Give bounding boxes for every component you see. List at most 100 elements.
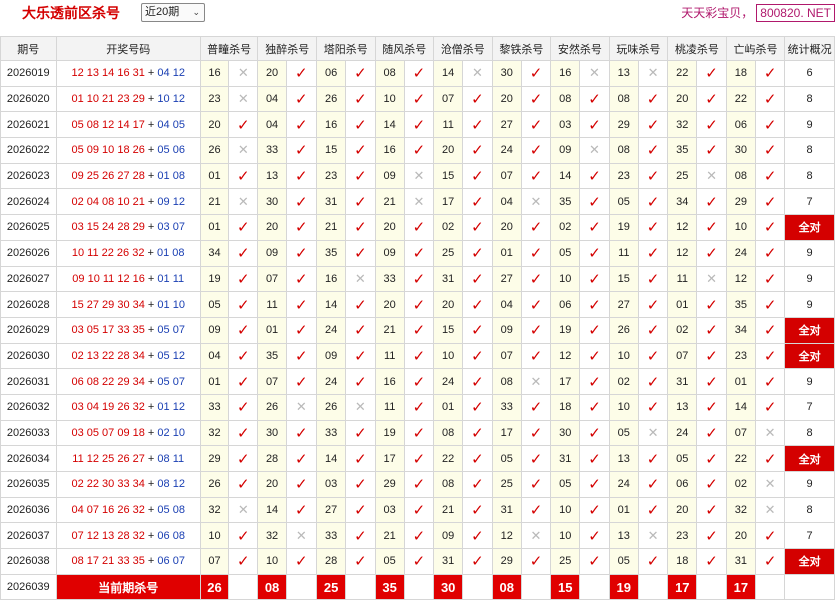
plus-sign: + xyxy=(144,170,158,183)
kill-number-cell: 10 xyxy=(550,496,581,524)
check-icon: ✓ xyxy=(462,471,493,498)
draw-numbers-cell: 03 15 24 28 29 + 03 07 xyxy=(55,214,201,241)
check-icon: ✓ xyxy=(637,85,669,113)
check-icon: ✓ xyxy=(462,162,493,190)
check-icon: ✓ xyxy=(696,291,727,318)
period-cell: 2026036 xyxy=(0,496,57,524)
kill-number-cell: 24 xyxy=(725,239,756,267)
check-icon: ✓ xyxy=(520,162,552,190)
column-header: 开奖号码 xyxy=(55,36,201,61)
check-icon: ✓ xyxy=(285,496,317,524)
period-select[interactable]: 近20期 ⌄ xyxy=(141,3,205,22)
kill-number-cell: 31 xyxy=(491,496,522,524)
brand-url[interactable]: 800820. NET xyxy=(756,4,835,22)
kill-number-cell: 35 xyxy=(315,239,347,267)
period-cell: 2026023 xyxy=(0,162,57,190)
check-icon: ✓ xyxy=(579,393,610,421)
check-icon: ✓ xyxy=(285,111,317,139)
draw-numbers-cell: 12 13 14 16 31 + 04 12 xyxy=(55,60,201,87)
check-icon: ✓ xyxy=(403,471,435,498)
table-row: 2026030 02 13 22 28 34 + 05 12 04 ✓ 35 ✓ 09 ✓ 11… xyxy=(0,342,835,370)
check-icon: ✓ xyxy=(403,214,435,241)
check-icon: ✓ xyxy=(462,137,493,164)
kill-number-cell: 26 xyxy=(608,316,639,344)
check-icon: ✓ xyxy=(637,342,669,370)
kill-number-cell: 08 xyxy=(550,85,581,113)
kill-number-cell: 09 xyxy=(433,522,464,550)
check-icon: ✓ xyxy=(285,291,317,318)
kill-number-cell: 14 xyxy=(257,496,287,524)
table-row: 2026031 06 08 22 29 34 + 05 07 01 ✓ 07 ✓ 24 ✓ 16… xyxy=(0,368,835,395)
cross-icon: ✕ xyxy=(579,60,610,87)
kill-number-cell: 05 xyxy=(550,239,581,267)
check-icon: ✓ xyxy=(228,342,259,370)
check-icon: ✓ xyxy=(696,393,727,421)
column-header: 桃凌杀号 xyxy=(667,36,727,61)
table-header: 期号 开奖号码 普疃杀号 独醉杀号 塔阳杀号 随风杀号 沧僧杀号 黎铁杀号 安然杀号 玩味杀号 桃凌… xyxy=(0,36,835,61)
kill-number-cell: 10 xyxy=(725,214,756,241)
check-icon: ✓ xyxy=(403,496,435,524)
period-cell: 2026025 xyxy=(0,214,57,241)
draw-numbers-cell: 06 08 22 29 34 + 05 07 xyxy=(55,368,201,395)
kill-number-cell: 01 xyxy=(491,239,522,267)
table-row: 2026020 01 10 21 23 29 + 10 12 23 ✕ 04 ✓ 26 ✓ 10… xyxy=(0,85,835,113)
draw-numbers-cell: 03 05 07 09 18 + 02 10 xyxy=(55,419,201,447)
check-icon: ✓ xyxy=(754,291,786,318)
draw-numbers-cell: 02 22 30 33 34 + 08 12 xyxy=(55,471,201,498)
kill-number-cell: 04 xyxy=(199,342,230,370)
check-icon: ✓ xyxy=(579,445,610,472)
cross-icon: ✕ xyxy=(754,419,786,447)
stat-cell: 7 xyxy=(784,188,835,216)
back-numbers: 05 08 xyxy=(157,504,185,517)
kill-number-cell: 12 xyxy=(725,265,756,293)
check-icon: ✓ xyxy=(696,471,727,498)
kill-number-cell: 27 xyxy=(608,291,639,318)
column-header: 亡屿杀号 xyxy=(725,36,786,61)
check-icon: ✓ xyxy=(285,85,317,113)
check-icon: ✓ xyxy=(637,393,669,421)
kill-number-cell: 13 xyxy=(608,522,639,550)
check-icon: ✓ xyxy=(403,316,435,344)
check-icon: ✓ xyxy=(285,162,317,190)
kill-number-cell: 22 xyxy=(725,85,756,113)
kill-number-cell: 29 xyxy=(374,471,405,498)
check-icon: ✓ xyxy=(754,60,786,87)
kill-number-cell: 09 xyxy=(550,137,581,164)
empty-cell xyxy=(696,573,727,601)
stat-cell: 8 xyxy=(784,85,835,113)
kill-number-cell: 12 xyxy=(491,522,522,550)
front-numbers: 03 05 17 33 35 xyxy=(71,324,145,337)
draw-numbers-cell: 09 25 26 27 28 + 01 08 xyxy=(55,162,201,190)
stat-cell: 8 xyxy=(784,162,835,190)
kill-number-cell: 10 xyxy=(550,265,581,293)
draw-numbers-cell: 11 12 25 26 27 + 08 11 xyxy=(55,445,201,472)
kill-number-cell: 19 xyxy=(199,265,230,293)
check-icon: ✓ xyxy=(228,111,259,139)
table-row: 2026024 02 04 08 10 21 + 09 12 21 ✕ 30 ✓ 31 ✓ 21… xyxy=(0,188,835,216)
kill-number-cell: 18 xyxy=(550,393,581,421)
check-icon: ✓ xyxy=(754,548,786,575)
check-icon: ✓ xyxy=(228,214,259,241)
kill-number-cell: 20 xyxy=(257,60,287,87)
kill-number-cell: 12 xyxy=(550,342,581,370)
kill-number-cell: 01 xyxy=(667,291,698,318)
check-icon: ✓ xyxy=(520,496,552,524)
cross-icon: ✕ xyxy=(228,85,259,113)
kill-number-cell: 16 xyxy=(315,265,347,293)
check-icon: ✓ xyxy=(345,548,376,575)
chevron-down-icon: ⌄ xyxy=(192,7,200,17)
period-cell: 2026035 xyxy=(0,471,57,498)
kill-number-cell: 08 xyxy=(374,60,405,87)
column-header: 沧僧杀号 xyxy=(433,36,493,61)
kill-number-cell: 33 xyxy=(199,393,230,421)
brand[interactable]: 天天彩宝贝， 800820. NET xyxy=(681,4,835,22)
draw-numbers-cell: 02 13 22 28 34 + 05 12 xyxy=(55,342,201,370)
kill-number-cell: 19 xyxy=(374,419,405,447)
kill-number-cell: 07 xyxy=(491,162,522,190)
kill-number-cell: 25 xyxy=(433,239,464,267)
column-header: 统计概况 xyxy=(784,36,835,61)
kill-number-cell: 06 xyxy=(725,111,756,139)
check-icon: ✓ xyxy=(345,368,376,395)
kill-number-cell: 20 xyxy=(199,111,230,139)
kill-number-cell: 26 xyxy=(315,85,347,113)
